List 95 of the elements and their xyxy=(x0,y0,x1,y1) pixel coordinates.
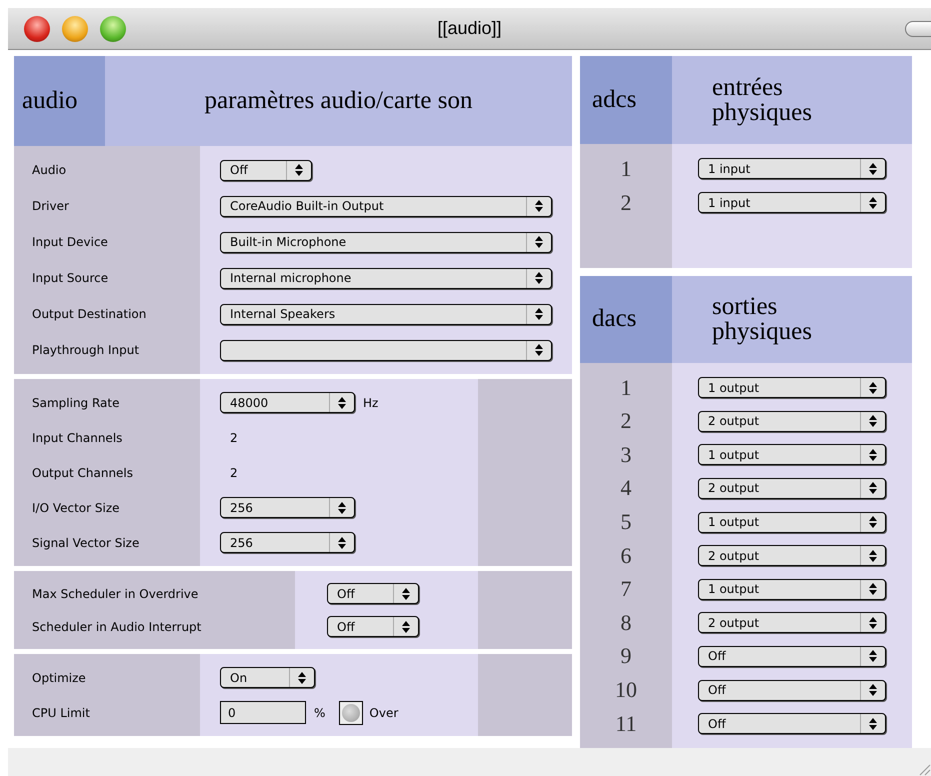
channel-number: 5 xyxy=(620,509,632,536)
setting-label: Output Channels xyxy=(32,466,134,480)
close-button[interactable] xyxy=(24,16,50,42)
channel-number: 2 xyxy=(620,190,632,216)
dropdown[interactable]: Internal microphone xyxy=(220,268,552,289)
up-down-arrows-icon xyxy=(869,415,877,428)
up-down-arrows-icon xyxy=(402,588,410,600)
up-down-arrows-icon xyxy=(535,200,543,212)
window-title: [[audio]] xyxy=(436,18,503,40)
dropdown[interactable]: Built-in Microphone xyxy=(220,232,552,253)
resize-grip-icon[interactable] xyxy=(917,762,931,776)
dropdown[interactable]: 2 output xyxy=(698,478,886,499)
dropdown[interactable]: 1 output xyxy=(698,578,886,600)
up-down-arrows-icon xyxy=(535,344,543,356)
up-down-arrows-icon xyxy=(869,448,877,461)
section-tag: dacs xyxy=(580,276,672,363)
channel-number: 2 xyxy=(620,408,632,434)
value-readout: 2 xyxy=(229,430,238,445)
number-field[interactable]: 0 xyxy=(220,701,306,724)
indicator-label: Over xyxy=(369,706,398,720)
setting-label: Optimize xyxy=(32,670,86,685)
setting-label: Input Channels xyxy=(32,430,122,445)
dropdown[interactable]: 2 output xyxy=(698,410,886,432)
setting-label: Audio xyxy=(32,163,66,178)
setting-label: Max Scheduler in Overdrive xyxy=(32,586,198,601)
up-down-arrows-icon xyxy=(535,236,543,248)
channel-number: 9 xyxy=(620,643,632,670)
setting-label: Scheduler in Audio Interrupt xyxy=(32,620,202,634)
up-down-arrows-icon xyxy=(869,550,877,562)
section-tag: adcs xyxy=(580,56,672,144)
setting-label: Input Device xyxy=(32,235,108,250)
up-down-arrows-icon xyxy=(869,196,877,209)
unit-label: Hz xyxy=(363,396,378,410)
up-down-arrows-icon xyxy=(869,382,877,394)
channel-number: 3 xyxy=(620,442,632,468)
dropdown[interactable]: 1 output xyxy=(698,512,886,533)
dropdown[interactable]: 256 xyxy=(220,497,355,518)
up-down-arrows-icon xyxy=(869,684,877,696)
dropdown[interactable]: 1 output xyxy=(698,377,886,398)
dropdown[interactable]: CoreAudio Built-in Output xyxy=(220,196,552,217)
setting-label: Signal Vector Size xyxy=(32,536,140,550)
channel-number: 4 xyxy=(620,475,632,502)
dropdown[interactable]: 2 output xyxy=(698,545,886,566)
zoom-button[interactable] xyxy=(100,16,126,42)
up-down-arrows-icon xyxy=(298,672,306,684)
up-down-arrows-icon xyxy=(535,272,543,284)
dropdown[interactable]: On xyxy=(220,667,315,688)
dropdown[interactable]: 1 input xyxy=(698,192,886,214)
section-heading: entrées physiques xyxy=(712,75,813,126)
dropdown[interactable]: Off xyxy=(327,616,419,638)
setting-label: Input Source xyxy=(32,271,108,286)
setting-label: I/O Vector Size xyxy=(32,500,120,515)
dropdown[interactable]: Off xyxy=(698,680,886,701)
up-down-arrows-icon xyxy=(869,516,877,528)
dropdown[interactable]: Off xyxy=(220,160,312,181)
up-down-arrows-icon xyxy=(869,162,877,175)
section-heading: sorties physiques xyxy=(712,294,813,344)
dropdown[interactable]: Off xyxy=(698,713,886,734)
channel-number: 10 xyxy=(615,677,637,704)
value-readout: 2 xyxy=(229,466,238,480)
setting-label: Playthrough Input xyxy=(32,343,140,358)
up-down-arrows-icon xyxy=(869,650,877,662)
section-tag: audio xyxy=(14,56,105,146)
setting-label: Driver xyxy=(32,199,69,214)
dropdown[interactable]: Internal Speakers xyxy=(220,304,552,325)
channel-number: 11 xyxy=(615,710,637,737)
setting-label: CPU Limit xyxy=(32,706,90,720)
up-down-arrows-icon xyxy=(535,308,543,320)
up-down-arrows-icon xyxy=(338,536,346,549)
channel-number: 1 xyxy=(620,374,632,401)
dropdown[interactable]: Off xyxy=(327,583,419,604)
dropdown[interactable]: 1 input xyxy=(698,158,886,180)
setting-label: Sampling Rate xyxy=(32,396,120,410)
dropdown[interactable] xyxy=(220,340,552,361)
channel-number: 1 xyxy=(620,156,632,182)
dropdown[interactable]: 256 xyxy=(220,532,355,554)
up-down-arrows-icon xyxy=(869,583,877,596)
dropdown[interactable]: 1 output xyxy=(698,444,886,466)
up-down-arrows-icon xyxy=(338,396,346,409)
up-down-arrows-icon xyxy=(869,616,877,629)
up-down-arrows-icon xyxy=(402,620,410,633)
up-down-arrows-icon xyxy=(338,502,346,514)
channel-number: 8 xyxy=(620,610,632,636)
up-down-arrows-icon xyxy=(869,718,877,730)
section-heading: paramètres audio/carte son xyxy=(204,86,474,116)
toolbar-toggle-button[interactable] xyxy=(905,21,931,37)
up-down-arrows-icon xyxy=(295,164,303,176)
channel-number: 7 xyxy=(620,576,632,602)
unit-label: % xyxy=(314,706,326,720)
dropdown[interactable]: 48000 xyxy=(220,392,355,414)
up-down-arrows-icon xyxy=(869,482,877,494)
setting-label: Output Destination xyxy=(32,307,146,322)
dropdown[interactable]: Off xyxy=(698,646,886,667)
channel-number: 6 xyxy=(620,542,632,569)
dropdown[interactable]: 2 output xyxy=(698,612,886,634)
